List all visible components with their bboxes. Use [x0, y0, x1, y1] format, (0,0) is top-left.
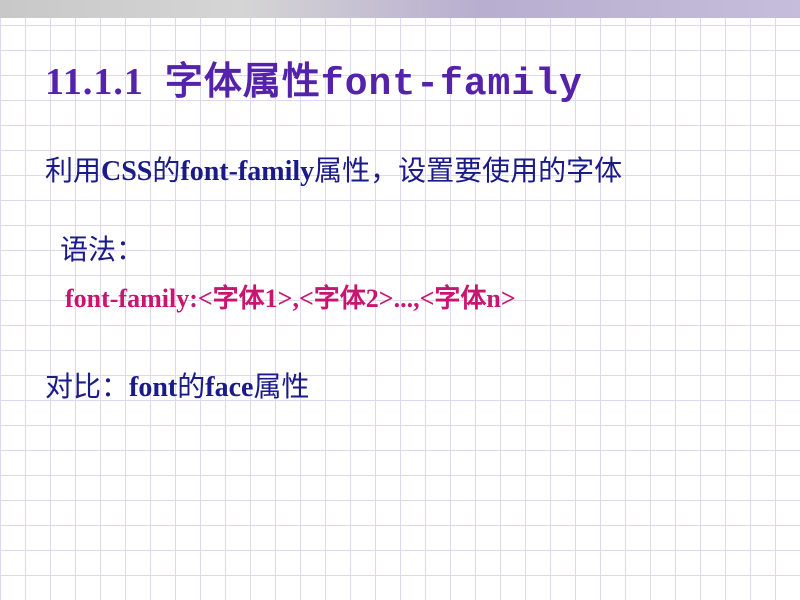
compare-label: 对比： — [45, 372, 129, 403]
title-text-cn: 字体属性 — [165, 61, 321, 103]
compare-face: face — [205, 372, 253, 403]
syntax-label: 语法： — [60, 228, 755, 268]
title-code: font-family — [321, 63, 583, 106]
compare-font: font — [129, 372, 177, 403]
intro-part2: 的 — [152, 156, 180, 187]
compare-suffix: 属性 — [253, 372, 309, 403]
intro-text: 利用CSS的font-family属性，设置要使用的字体 — [45, 151, 755, 193]
title-number: 11.1.1 — [45, 61, 144, 103]
intro-prop: font-family — [180, 156, 314, 187]
syntax-code: font-family:<字体1>,<字体2>...,<字体n> — [65, 278, 755, 315]
slide-title: 11.1.1 字体属性font-family — [45, 50, 755, 106]
compare-mid: 的 — [177, 372, 205, 403]
compare-text: 对比：font的face属性 — [45, 365, 755, 405]
intro-part1: 利用 — [45, 156, 101, 187]
slide-content: 11.1.1 字体属性font-family 利用CSS的font-family… — [0, 0, 800, 405]
intro-css: CSS — [101, 156, 152, 187]
intro-part3: 属性，设置要使用的字体 — [314, 156, 622, 187]
